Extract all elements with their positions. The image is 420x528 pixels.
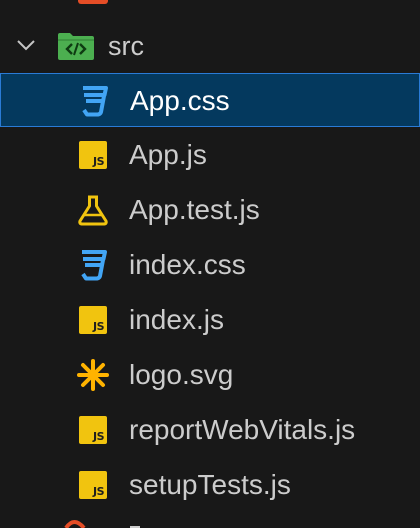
js-icon: JS — [76, 469, 110, 501]
folder-src-icon — [58, 33, 94, 60]
file-label: App.css — [130, 85, 230, 116]
partial-next-row — [64, 520, 140, 528]
file-row-index-js[interactable]: JS index.js — [0, 293, 420, 347]
css-icon — [81, 250, 107, 281]
js-icon: JS — [76, 304, 110, 336]
js-icon: JS — [76, 139, 110, 171]
file-label: index.js — [129, 304, 224, 335]
file-row-setup-tests-js[interactable]: JS setupTests.js — [0, 458, 420, 512]
folder-label: src — [108, 31, 144, 61]
test-flask-icon — [78, 195, 108, 226]
js-badge-text: JS — [92, 320, 105, 333]
file-label: logo.svg — [129, 359, 234, 390]
file-explorer: src App.css JS App.js App.test.js index.… — [0, 0, 420, 528]
js-badge-text: JS — [92, 485, 105, 498]
file-row-app-js[interactable]: JS App.js — [0, 128, 420, 182]
file-label: reportWebVitals.js — [129, 414, 356, 445]
file-row-app-css[interactable]: App.css — [0, 73, 420, 127]
file-label: index.css — [129, 249, 246, 280]
file-row-app-test-js[interactable]: App.test.js — [0, 183, 420, 237]
file-label: App.test.js — [129, 194, 260, 225]
file-row-index-css[interactable]: index.css — [0, 238, 420, 292]
js-badge-text: JS — [92, 155, 105, 168]
svg-asterisk-icon — [77, 359, 109, 391]
js-badge-text: JS — [92, 430, 105, 443]
folder-row-src[interactable]: src — [0, 19, 420, 73]
chevron-down-icon[interactable] — [14, 33, 38, 57]
file-row-logo-svg[interactable]: logo.svg — [0, 348, 420, 402]
file-row-report-web-vitals-js[interactable]: JS reportWebVitals.js — [0, 403, 420, 457]
css-icon — [82, 86, 108, 117]
file-label: App.js — [129, 139, 207, 170]
js-icon: JS — [76, 414, 110, 446]
file-label: setupTests.js — [129, 469, 291, 500]
partial-file-icon-top — [78, 0, 108, 4]
